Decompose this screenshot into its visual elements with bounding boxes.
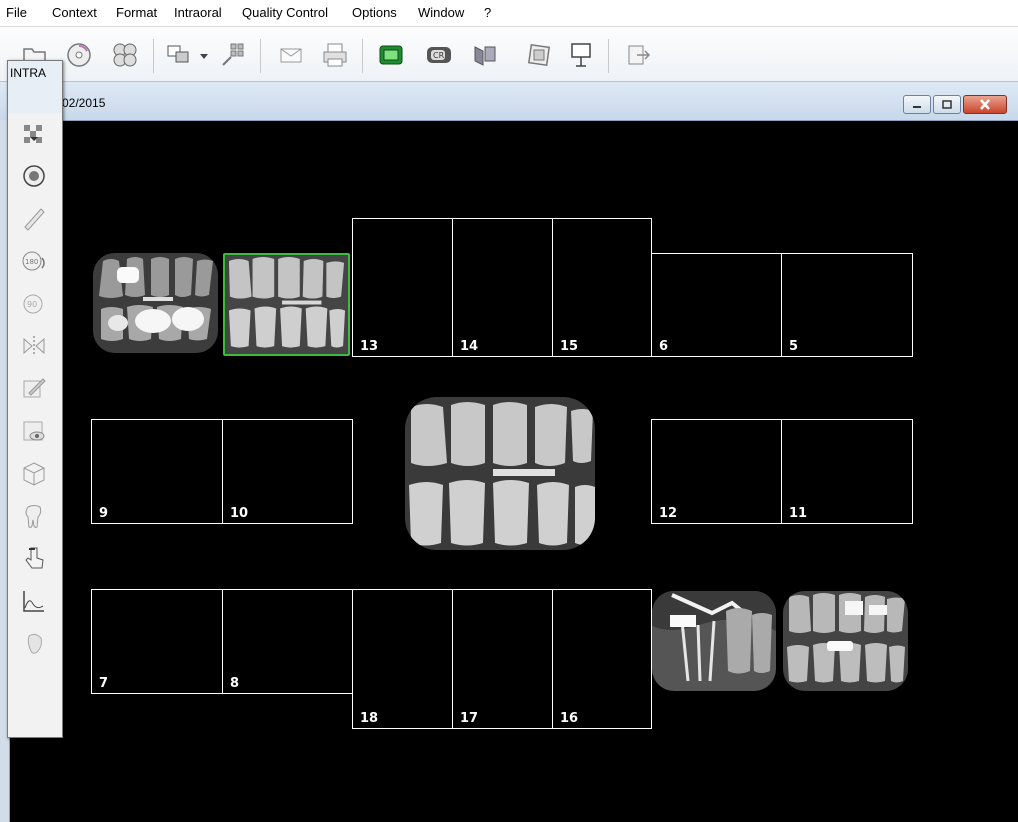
menu-help[interactable]: ? <box>484 5 491 20</box>
cr-scanner-icon[interactable]: CR <box>424 40 454 70</box>
slot-18[interactable]: 18 <box>352 589 453 729</box>
annotate-icon[interactable] <box>20 374 48 402</box>
palette-header: INTRA <box>8 61 62 113</box>
slot-17[interactable]: 17 <box>452 589 553 729</box>
menu-window[interactable]: Window <box>418 5 464 20</box>
slot-10[interactable]: 10 <box>222 419 353 524</box>
slot-number: 7 <box>99 676 109 691</box>
toolbar-separator <box>260 39 261 73</box>
document-window: 02/2015 13 14 15 6 5 9 10 12 11 7 8 18 1… <box>0 82 1018 822</box>
toolbar: CR <box>0 27 1018 82</box>
3d-box-icon[interactable] <box>20 459 48 487</box>
slot-6[interactable]: 6 <box>651 253 782 357</box>
frame-icon[interactable] <box>524 40 554 70</box>
menu-intraoral[interactable]: Intraoral <box>174 5 222 20</box>
slot-7[interactable]: 7 <box>91 589 223 694</box>
toolbar-separator <box>153 39 154 73</box>
menu-context[interactable]: Context <box>52 5 97 20</box>
slot-number: 6 <box>659 339 669 354</box>
rotate-90-icon[interactable]: 90 <box>20 289 48 317</box>
histogram-icon[interactable] <box>20 587 48 615</box>
svg-text:90: 90 <box>27 300 37 309</box>
email-icon[interactable] <box>276 40 306 70</box>
disk-group-icon[interactable] <box>110 40 140 70</box>
xray-image-bitewing-2-selected[interactable] <box>223 253 350 356</box>
close-button[interactable] <box>963 95 1007 114</box>
slot-8[interactable]: 8 <box>222 589 353 694</box>
green-monitor-icon[interactable] <box>376 40 406 70</box>
minimize-button[interactable] <box>903 95 931 114</box>
hand-pointer-icon[interactable] <box>20 544 48 572</box>
slot-number: 8 <box>230 676 240 691</box>
measure-icon[interactable] <box>20 204 48 232</box>
print-icon[interactable] <box>320 40 350 70</box>
slot-14[interactable]: 14 <box>452 218 553 357</box>
toolbar-separator <box>608 39 609 73</box>
palette-title: INTRA <box>10 66 46 80</box>
menu-format[interactable]: Format <box>116 5 157 20</box>
slot-number: 5 <box>789 339 799 354</box>
slot-number: 9 <box>99 506 109 521</box>
xray-image-bitewing-1[interactable] <box>93 253 218 353</box>
window-titlebar: 02/2015 <box>0 82 1018 121</box>
svg-text:180: 180 <box>25 258 38 266</box>
copy-layout-icon[interactable] <box>164 40 194 70</box>
svg-text:CR: CR <box>433 51 445 60</box>
exit-icon[interactable] <box>624 40 654 70</box>
flip-icon[interactable] <box>20 332 48 360</box>
transfer-icon[interactable] <box>218 40 248 70</box>
foot-icon[interactable] <box>20 629 48 657</box>
slot-13[interactable]: 13 <box>352 218 453 357</box>
slot-number: 17 <box>460 711 479 726</box>
intra-tool-palette[interactable]: INTRA 180 90 <box>7 60 63 738</box>
contrast-icon[interactable] <box>20 121 48 149</box>
tooth-icon[interactable] <box>20 502 48 530</box>
xray-image-bitewing-3[interactable] <box>783 591 908 691</box>
slot-9[interactable]: 9 <box>91 419 223 524</box>
slot-11[interactable]: 11 <box>781 419 913 524</box>
xray-image-periapical-1[interactable] <box>652 591 776 691</box>
menu-bar: File Context Format Intraoral Quality Co… <box>0 0 1018 27</box>
slot-number: 16 <box>560 711 579 726</box>
invert-icon[interactable] <box>20 162 48 190</box>
slot-number: 12 <box>659 506 678 521</box>
slot-number: 11 <box>789 506 808 521</box>
slot-16[interactable]: 16 <box>552 589 652 729</box>
acquire-icon[interactable] <box>470 40 500 70</box>
slot-number: 15 <box>560 339 579 354</box>
maximize-button[interactable] <box>933 95 961 114</box>
dropdown-arrow-icon[interactable] <box>196 40 212 70</box>
slot-number: 10 <box>230 506 249 521</box>
menu-options[interactable]: Options <box>352 5 397 20</box>
rotate-180-icon[interactable]: 180 <box>20 247 48 275</box>
slot-number: 13 <box>360 339 379 354</box>
slot-number: 14 <box>460 339 479 354</box>
zoom-view-icon[interactable] <box>20 417 48 445</box>
window-title: 02/2015 <box>62 96 106 110</box>
slot-5[interactable]: 5 <box>781 253 913 357</box>
presentation-icon[interactable] <box>566 40 596 70</box>
cd-icon[interactable] <box>64 40 94 70</box>
toolbar-separator <box>362 39 363 73</box>
xray-image-bitewing-center[interactable] <box>405 397 595 550</box>
slot-15[interactable]: 15 <box>552 218 652 357</box>
menu-file[interactable]: File <box>6 5 27 20</box>
slot-number: 18 <box>360 711 379 726</box>
slot-12[interactable]: 12 <box>651 419 782 524</box>
menu-quality-control[interactable]: Quality Control <box>242 5 328 20</box>
